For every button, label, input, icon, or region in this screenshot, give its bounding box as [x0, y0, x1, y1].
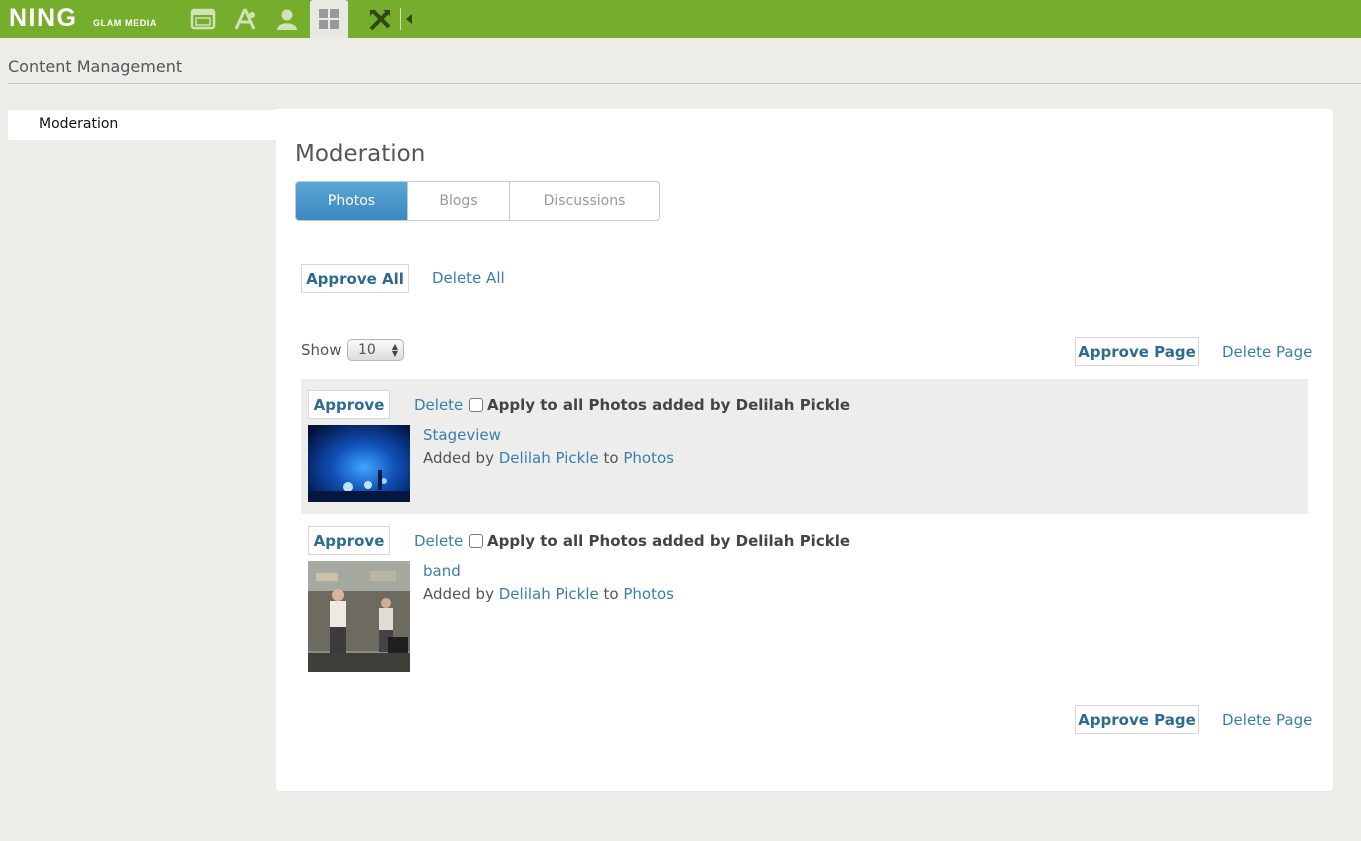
destination-link[interactable]: Photos — [623, 585, 674, 603]
added-by-prefix: Added by — [423, 585, 494, 603]
author-link[interactable]: Delilah Pickle — [499, 449, 599, 467]
top-toolbar: NING GLAM MEDIA — [0, 0, 1361, 38]
select-arrows-icon: ▲ ▼ — [391, 342, 398, 358]
approve-all-button[interactable]: Approve All — [301, 264, 409, 293]
delete-all-link[interactable]: Delete All — [432, 269, 505, 287]
approve-page-button-bottom[interactable]: Approve Page — [1075, 705, 1199, 734]
section-title: Moderation — [295, 141, 426, 167]
list-item: Approve Delete Apply to all Photos added… — [301, 379, 1308, 514]
added-by-line: Added by Delilah Pickle to Photos — [423, 585, 674, 603]
delete-page-link-bottom[interactable]: Delete Page — [1222, 711, 1312, 729]
ning-logo[interactable]: NING — [9, 4, 78, 32]
added-by-line: Added by Delilah Pickle to Photos — [423, 449, 674, 467]
tab-discussions[interactable]: Discussions — [510, 182, 659, 220]
grid-icon[interactable] — [310, 0, 348, 38]
apply-all-label: Apply to all Photos added by Delilah Pic… — [487, 396, 851, 414]
delete-link[interactable]: Delete — [414, 396, 463, 414]
sidebar-item-moderation[interactable]: Moderation — [8, 110, 276, 140]
tab-blogs[interactable]: Blogs — [408, 182, 510, 220]
person-icon[interactable] — [270, 0, 304, 38]
list-item: Approve Delete Apply to all Photos added… — [301, 515, 1308, 675]
to-word: to — [603, 449, 619, 467]
photo-title-link[interactable]: band — [423, 562, 461, 580]
tools-icon[interactable] — [364, 0, 396, 38]
approve-button[interactable]: Approve — [308, 526, 390, 555]
photo-title-link[interactable]: Stageview — [423, 426, 501, 444]
moderation-panel: Moderation Photos Blogs Discussions Appr… — [276, 109, 1333, 791]
author-link[interactable]: Delilah Pickle — [499, 585, 599, 603]
collapse-arrow-icon[interactable] — [396, 0, 416, 38]
to-word: to — [603, 585, 619, 603]
destination-link[interactable]: Photos — [623, 449, 674, 467]
page-size-value: 10 — [358, 342, 376, 358]
approve-button[interactable]: Approve — [308, 390, 390, 419]
sidebar-item-label: Moderation — [39, 116, 119, 132]
header-divider — [8, 83, 1361, 84]
content-type-tabs: Photos Blogs Discussions — [295, 181, 660, 221]
logo-subtitle: GLAM MEDIA — [93, 18, 157, 28]
apply-all-checkbox[interactable] — [469, 534, 483, 548]
appearance-icon[interactable] — [228, 0, 262, 38]
delete-page-link[interactable]: Delete Page — [1222, 343, 1312, 361]
approve-page-button[interactable]: Approve Page — [1075, 337, 1199, 366]
show-label: Show — [301, 341, 342, 359]
apply-all-label: Apply to all Photos added by Delilah Pic… — [487, 532, 851, 550]
page-size-select[interactable]: 10 ▲ ▼ — [347, 339, 404, 361]
photo-thumbnail[interactable] — [308, 561, 410, 672]
browser-window-icon[interactable] — [186, 0, 220, 38]
delete-link[interactable]: Delete — [414, 532, 463, 550]
added-by-prefix: Added by — [423, 449, 494, 467]
tab-photos[interactable]: Photos — [296, 182, 408, 220]
photo-thumbnail[interactable] — [308, 425, 410, 502]
page-title: Content Management — [8, 57, 183, 76]
apply-all-checkbox[interactable] — [469, 398, 483, 412]
